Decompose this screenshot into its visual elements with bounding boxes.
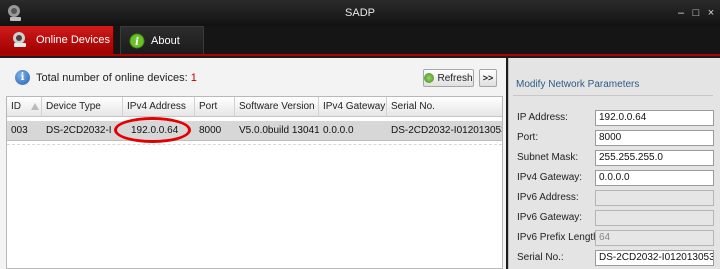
title-bar: SADP ‒ □ × — [0, 0, 720, 26]
refresh-icon — [424, 73, 435, 83]
modify-network-panel: Modify Network Parameters IP Address: 19… — [508, 58, 720, 269]
window-controls: ‒ □ × — [676, 7, 716, 19]
cell-serial-no: DS-2CD2032-I0120130530C — [391, 125, 502, 136]
total-devices-count: 1 — [190, 72, 197, 84]
total-devices-text: Total number of online devices: 1 — [36, 72, 197, 84]
serial-no-label: Serial No.: — [517, 252, 564, 263]
ip-highlight-ellipse — [114, 117, 191, 143]
ipv4-gateway-field[interactable]: 0.0.0.0 — [595, 170, 714, 186]
ipv6-address-label: IPv6 Address: — [517, 192, 579, 203]
panel-divider — [513, 95, 713, 96]
cell-software-version: V5.0.0build 130412 — [239, 125, 319, 136]
window-title: SADP — [345, 7, 375, 19]
row-divider — [7, 141, 502, 145]
cell-id: 003 — [11, 125, 28, 136]
info-icon: i — [129, 33, 145, 48]
column-header-id-label: ID — [11, 101, 21, 112]
ipv4-gateway-label: IPv4 Gateway: — [517, 172, 583, 183]
ip-address-field[interactable]: 192.0.0.64 — [595, 110, 714, 126]
table-header: ID Device Type IPv4 Address Port Softwar… — [7, 97, 502, 117]
svg-text:i: i — [135, 37, 139, 48]
cell-device-type: DS-2CD2032-I — [46, 125, 112, 136]
tab-online-devices-label: Online Devices — [36, 34, 110, 46]
devices-table: ID Device Type IPv4 Address Port Softwar… — [6, 96, 503, 269]
column-header-software-version[interactable]: Software Version — [235, 97, 319, 117]
maximize-button[interactable]: □ — [691, 7, 701, 19]
devices-icon — [13, 32, 26, 47]
ipv6-prefix-length-label: IPv6 Prefix Length: — [517, 232, 602, 243]
ipv6-gateway-label: IPv6 Gateway: — [517, 212, 583, 223]
column-header-ipv4-address[interactable]: IPv4 Address — [123, 97, 195, 117]
close-button[interactable]: × — [706, 7, 716, 19]
subnet-mask-field[interactable]: 255.255.255.0 — [595, 150, 714, 166]
tab-about[interactable]: i About — [120, 26, 204, 54]
tab-about-label: About — [151, 34, 180, 47]
subnet-mask-label: Subnet Mask: — [517, 152, 579, 163]
total-devices-label: Total number of online devices: — [36, 72, 188, 84]
tab-online-devices[interactable]: Online Devices — [0, 26, 114, 54]
table-row[interactable]: 003 DS-2CD2032-I 192.0.0.64 8000 V5.0.0b… — [7, 121, 502, 141]
cell-port: 8000 — [199, 125, 222, 136]
column-header-serial-no[interactable]: Serial No. — [387, 97, 502, 117]
serial-no-field[interactable]: DS-2CD2032-I0120130530C — [595, 250, 714, 266]
ipv6-gateway-field[interactable] — [595, 210, 714, 226]
ip-address-label: IP Address: — [517, 112, 568, 123]
column-header-ipv4-gateway[interactable]: IPv4 Gateway — [319, 97, 387, 117]
sort-ascending-icon — [31, 103, 39, 110]
minimize-button[interactable]: ‒ — [676, 7, 686, 19]
port-label: Port: — [517, 132, 539, 143]
panel-title: Modify Network Parameters — [516, 79, 640, 90]
refresh-button-label: Refresh — [437, 72, 473, 84]
online-devices-panel: i Total number of online devices: 1 Refr… — [0, 58, 506, 269]
column-header-id[interactable]: ID — [7, 97, 42, 117]
tab-strip: Online Devices i About — [0, 26, 720, 56]
devices-toolbar: i Total number of online devices: 1 Refr… — [0, 58, 506, 96]
port-field[interactable]: 8000 — [595, 130, 714, 146]
ipv6-address-field[interactable] — [595, 190, 714, 206]
column-header-device-type[interactable]: Device Type — [42, 97, 123, 117]
info-icon: i — [15, 70, 30, 85]
cell-ipv4-gateway: 0.0.0.0 — [323, 125, 354, 136]
ipv6-prefix-length-field[interactable]: 64 — [595, 230, 714, 246]
expand-panel-button[interactable]: >> — [479, 69, 497, 87]
refresh-button[interactable]: Refresh — [423, 69, 474, 87]
column-header-port[interactable]: Port — [195, 97, 235, 117]
